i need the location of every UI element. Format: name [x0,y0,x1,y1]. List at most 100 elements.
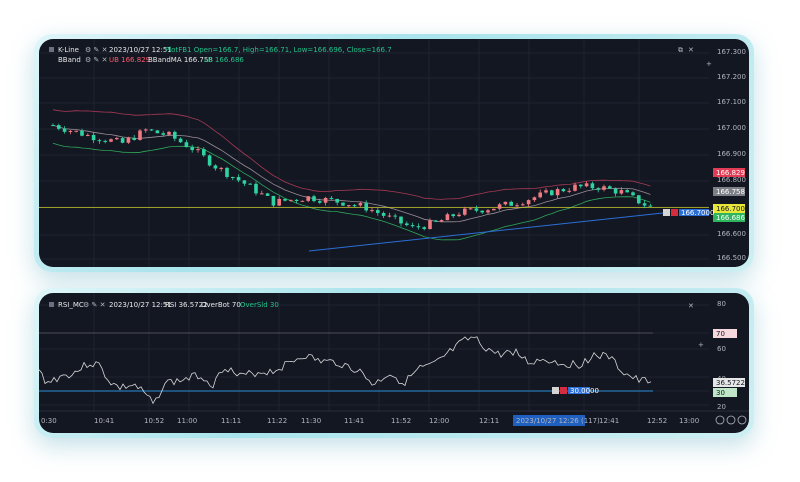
candle-body [294,199,299,202]
kline-legend: K-Line ⚙ ✎ ✕ 2023/10/27 12:51 PlotFB1 Op… [49,46,392,64]
price-tick: 166.600 [717,230,746,238]
oversld-readout: OverSld 30 [240,301,279,309]
candle-body [312,196,316,202]
time-tick: 10:52 [144,417,164,425]
lb-readout: LB 166.686 [204,56,244,64]
candle-body [51,125,55,127]
candle-body [178,138,183,143]
candle-body [434,220,438,222]
candle-body [184,142,189,148]
price-tick: 166.500 [717,254,746,262]
candle-body [202,149,206,156]
lb-tag-label: 166.686 [716,214,745,222]
kline-chart-canvas[interactable]: K-Line ⚙ ✎ ✕ 2023/10/27 12:51 PlotFB1 Op… [39,39,749,267]
rsi-legend: RSI_MC ⚙ ✎ ✕ 2023/10/27 12:51 RSI 36.572… [49,301,279,309]
candle-body [509,201,513,206]
indicator-settings-icons[interactable]: ⚙ ✎ ✕ [85,56,107,64]
candle-body [248,183,252,185]
rsi-collapse-icon[interactable] [49,302,54,307]
zoom-in-icon[interactable] [715,415,725,425]
time-tick: 11:11 [221,417,241,425]
crosshair-plus-icon[interactable]: + [706,60,712,68]
candle-body [115,138,119,140]
candle-body [608,186,612,189]
candle-body [341,202,345,206]
price-tick: 166.900 [717,150,746,158]
candle-body [439,220,444,222]
candle-body [126,137,131,143]
kline-chart[interactable]: K-Line ⚙ ✎ ✕ 2023/10/27 12:51 PlotFB1 Op… [39,39,749,267]
candle-body [161,133,165,135]
candle-body [410,225,415,227]
rsi-settings-icons[interactable]: ⚙ ✎ ✕ [83,301,105,309]
candle-body [521,204,525,206]
candle-body [573,184,577,191]
time-axis[interactable]: 0:30 10:41 10:52 11:00 11:11 11:22 11:30 11:41 1… [41,417,699,425]
candle-body [62,128,67,132]
legend-settings-icons[interactable]: ⚙ ✎ ✕ [85,46,107,54]
top-timestamp: 2023/10/27 12:51 [109,46,172,54]
rsi-marker-delete-icon[interactable] [560,387,567,394]
candle-body [289,199,293,201]
trendline-marker[interactable]: 166.7000 [663,209,714,217]
candle-body [196,149,200,151]
reset-zoom-icon[interactable] [737,415,747,425]
candle-body [132,137,136,140]
rsi-marker-label: 30.0000 [570,387,599,395]
candle-body [74,130,78,132]
candle-body [323,197,328,203]
candle-body [399,216,403,224]
rsi-marker-lock-icon[interactable] [552,387,559,394]
time-tick: 13:00 [679,417,699,425]
rsi-pane-close-icon[interactable]: ✕ [688,302,694,310]
pane-close-icon[interactable]: ✕ [688,46,694,54]
candle-body [231,176,235,178]
rsi-tick: 80 [717,300,726,308]
candle-body [445,214,450,221]
crosshair-time-label: 2023/10/27 12:26 (117) [516,417,600,425]
price-tick: 167.000 [717,124,746,132]
candle-body [567,190,571,192]
rsi-tick: 60 [717,345,726,353]
candle-body [376,210,380,213]
kline-panel-frame: K-Line ⚙ ✎ ✕ 2023/10/27 12:51 PlotFB1 Op… [34,34,754,272]
candle-body [283,198,287,201]
candle-body [219,167,223,169]
time-tick: 0:30 [41,417,57,425]
rsi-chart[interactable]: RSI_MC ⚙ ✎ ✕ 2023/10/27 12:51 RSI 36.572… [39,293,749,433]
candle-body [173,131,177,139]
price-axis[interactable]: 167.300 167.200 167.100 167.000 166.900 … [717,48,746,262]
candle-body [492,208,496,211]
candle-body [532,197,537,201]
time-tick: 12:41 [599,417,619,425]
marker-delete-icon[interactable] [671,209,678,216]
candle-body [335,198,339,203]
pane-maximize-icon[interactable]: ⧉ [678,46,683,54]
candle-body [381,212,386,216]
symbol-label: K-Line [58,46,79,54]
candle-body [236,177,241,181]
time-tick: 12:52 [647,417,667,425]
candle-body [57,125,61,129]
time-tick: 12:11 [479,417,499,425]
zoom-out-icon[interactable] [726,415,736,425]
rsi-tags: 70 36.5722 30 [713,329,745,397]
trendline [308,212,664,252]
price-tick: 167.100 [717,98,746,106]
candle-body [503,201,508,205]
zoom-controls[interactable] [715,415,747,425]
kline-collapse-icon[interactable] [49,47,54,52]
rsi-crosshair-plus-icon[interactable]: + [698,341,704,349]
candle-body [271,195,276,206]
candle-body [318,201,322,203]
ub-tag-label: 166.829 [716,169,745,177]
oversld-tag-label: 30 [716,389,725,397]
rsi-tick: 20 [717,403,726,411]
candle-body [242,180,247,184]
candle-body [497,204,502,209]
candle-body [329,197,334,199]
kline-grid [39,39,709,267]
candle-body [555,189,560,196]
marker-lock-icon[interactable] [663,209,670,216]
rsi-chart-canvas[interactable]: RSI_MC ⚙ ✎ ✕ 2023/10/27 12:51 RSI 36.572… [39,293,749,433]
